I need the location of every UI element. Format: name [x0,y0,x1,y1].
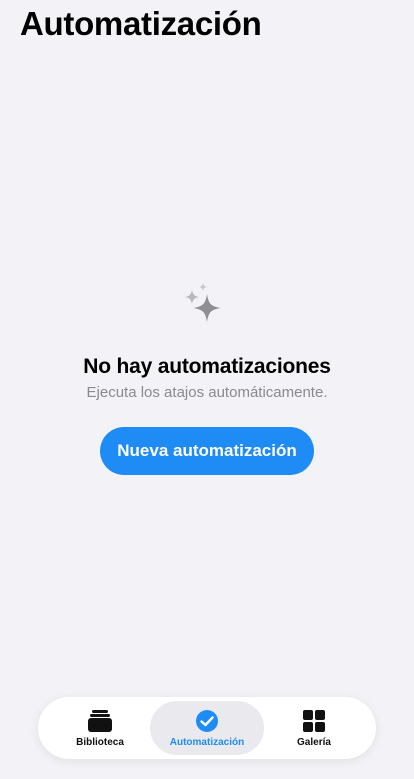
tab-library[interactable]: Biblioteca [62,701,138,755]
empty-state-title: No hay automatizaciones [83,355,331,378]
page-title: Automatización [20,5,262,42]
tab-bar: Biblioteca Automatización Galería [38,697,376,759]
tab-gallery-label: Galería [297,736,331,748]
new-automation-button[interactable]: Nueva automatización [100,427,314,475]
grid-icon [303,709,325,732]
stack-icon [88,709,112,732]
tab-library-label: Biblioteca [76,736,124,748]
empty-state-subtitle: Ejecuta los atajos automáticamente. [86,384,328,401]
tab-automation-label: Automatización [169,736,245,748]
sparkles-icon [185,283,221,322]
tab-gallery[interactable]: Galería [276,701,352,755]
empty-state: No hay automatizaciones Ejecuta los ataj… [0,282,414,475]
checkmark-clock-icon [196,709,218,732]
tab-automation[interactable]: Automatización [150,701,264,755]
